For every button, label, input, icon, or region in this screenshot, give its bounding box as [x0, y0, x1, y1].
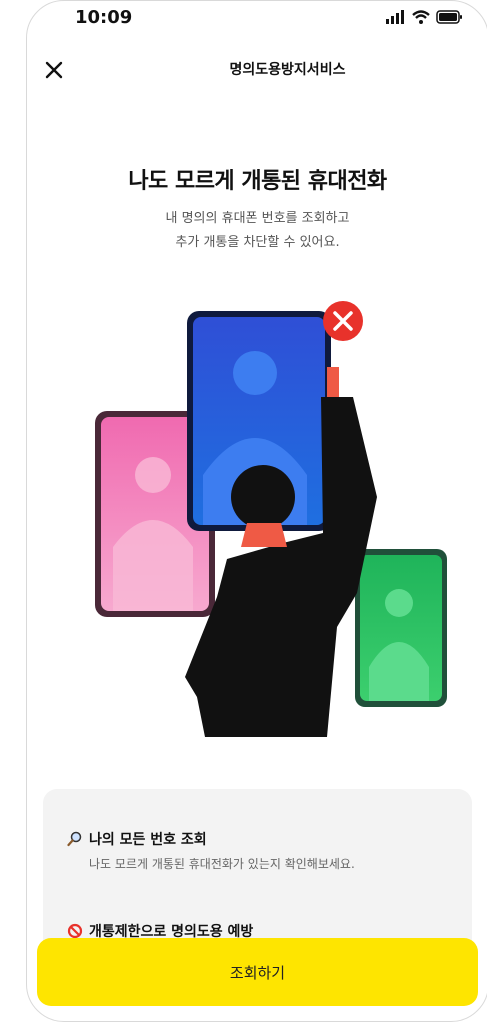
- hero-subtitle-line1: 내 명의의 휴대폰 번호를 조회하고: [165, 211, 350, 226]
- hero-illustration: [95, 301, 447, 737]
- feature-item-lookup: 나의 모든 번호 조회 나도 모르게 개통된 휴대전화가 있는지 확인해보세요.: [67, 829, 355, 872]
- status-icons: [386, 10, 464, 24]
- signal-icon: [386, 10, 404, 24]
- phone-frame: 10:09 명의도용방지서비스 나도 모르게 개통된 휴대전화 내 명의의 휴대…: [26, 0, 487, 1022]
- page-title: 명의도용방지서비스: [229, 62, 346, 78]
- magnifier-icon: [67, 831, 82, 847]
- status-time: 10:09: [75, 7, 133, 28]
- prohibited-icon: [67, 923, 83, 939]
- feature-title: 나의 모든 번호 조회: [89, 832, 207, 848]
- feature-description: 나도 모르게 개통된 휴대전화가 있는지 확인해보세요.: [89, 857, 355, 871]
- wifi-icon: [412, 10, 430, 24]
- status-bar: 10:09: [27, 1, 487, 37]
- hero-headline: 나도 모르게 개통된 휴대전화: [128, 169, 387, 194]
- lookup-button[interactable]: 조회하기: [37, 938, 478, 1006]
- header: 명의도용방지서비스: [27, 51, 487, 91]
- hero-subtitle: 내 명의의 휴대폰 번호를 조회하고 추가 개통을 차단할 수 있어요.: [27, 207, 487, 255]
- battery-icon: [436, 10, 462, 24]
- hero-subtitle-line2: 추가 개통을 차단할 수 있어요.: [175, 235, 340, 250]
